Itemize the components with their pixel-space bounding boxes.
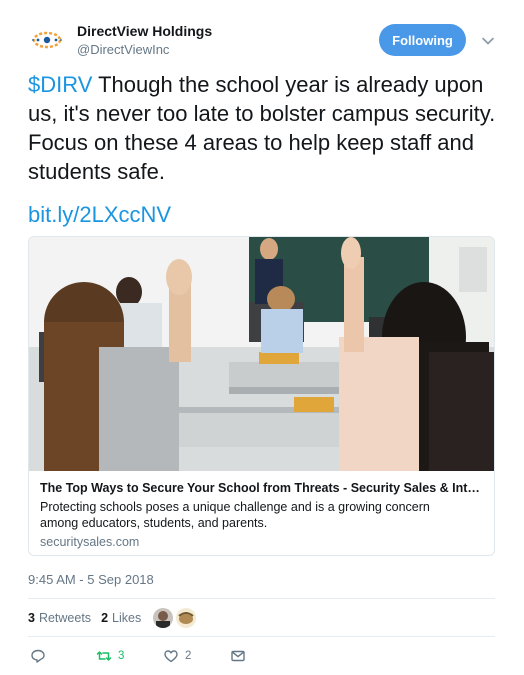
- likes-count: 2: [101, 611, 109, 625]
- reply-icon: [31, 649, 45, 663]
- retweets-label: Retweets: [38, 611, 92, 625]
- retweet-count: 3: [118, 650, 125, 662]
- liker-avatars: [153, 608, 199, 628]
- like-count: 2: [185, 650, 192, 662]
- tweet-body: Though the school year is already upon u…: [28, 72, 496, 184]
- cashtag-link[interactable]: $DIRV: [28, 72, 92, 97]
- account-handle[interactable]: @DirectViewInc: [77, 42, 169, 57]
- chevron-down-icon[interactable]: [481, 34, 495, 48]
- retweets-stat[interactable]: 3 Retweets: [28, 611, 91, 625]
- account-name[interactable]: DirectView Holdings: [77, 23, 212, 39]
- divider: [28, 598, 495, 599]
- link-card[interactable]: The Top Ways to Secure Your School from …: [28, 236, 495, 556]
- message-icon: [231, 650, 245, 662]
- tweet-link[interactable]: bit.ly/2LXccNV: [28, 202, 171, 228]
- retweets-count: 3: [28, 611, 35, 625]
- heart-icon: [164, 650, 178, 663]
- tweet-header: DirectView Holdings @DirectViewInc Follo…: [0, 0, 524, 60]
- reply-button[interactable]: [30, 648, 52, 664]
- avatar[interactable]: [27, 20, 67, 60]
- tweet-text: $DIRV Though the school year is already …: [28, 70, 498, 186]
- card-title[interactable]: The Top Ways to Secure Your School from …: [40, 481, 485, 495]
- card-description: Protecting schools poses a unique challe…: [40, 500, 430, 530]
- likes-stat[interactable]: 2 Likes: [101, 611, 141, 625]
- like-button[interactable]: 2: [163, 648, 191, 664]
- retweet-icon: [96, 651, 112, 661]
- likes-label: Likes: [112, 611, 142, 625]
- following-button[interactable]: Following: [379, 24, 466, 56]
- liker-avatar[interactable]: [153, 608, 174, 628]
- liker-avatar[interactable]: [176, 608, 197, 628]
- retweet-button[interactable]: 3: [96, 648, 124, 664]
- direct-message-button[interactable]: [230, 648, 246, 664]
- card-domain: securitysales.com: [40, 535, 140, 549]
- engagement-stats: 3 Retweets 2 Likes: [28, 607, 199, 629]
- divider: [28, 636, 495, 637]
- logo-icon: [32, 31, 62, 49]
- card-image: [29, 237, 494, 471]
- tweet-timestamp[interactable]: 9:45 AM - 5 Sep 2018: [28, 572, 154, 587]
